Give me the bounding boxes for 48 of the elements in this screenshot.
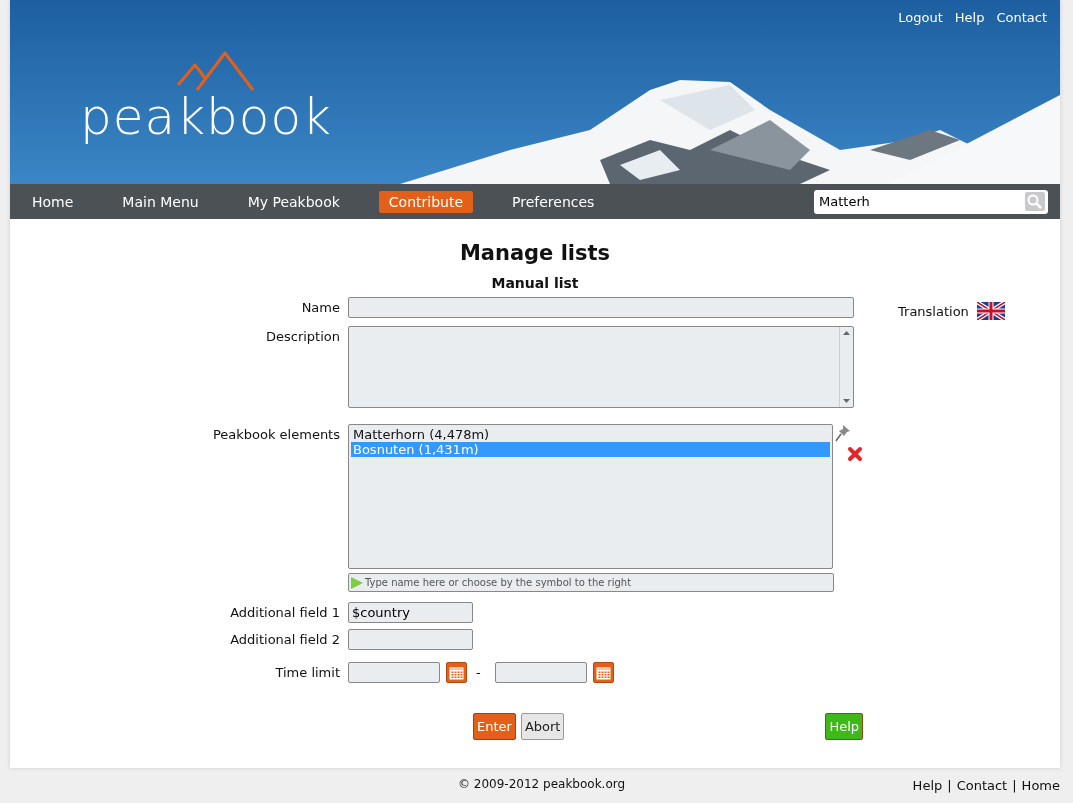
date-input[interactable] (494, 662, 587, 683)
enter-button[interactable]: Enter (473, 713, 516, 740)
field-label: Additional field 1 (229, 604, 341, 620)
field-label: Name (300, 299, 341, 315)
play-icon (351, 576, 363, 589)
header-link[interactable]: Help (954, 10, 985, 25)
description-textarea[interactable] (348, 326, 854, 408)
footer-link[interactable]: Home (1021, 778, 1060, 793)
field-label: Description (264, 328, 341, 344)
calendar-button[interactable] (592, 662, 614, 683)
pin-icon[interactable] (835, 424, 851, 442)
copyright-text: © 2009-2012 peakbook.org (458, 777, 626, 791)
translation-label: Translation (898, 303, 969, 319)
header-link[interactable]: Logout (898, 10, 943, 25)
field-hint: Type name here or choose by the symbol to the right (365, 577, 632, 588)
form-subtitle: Manual list (491, 275, 579, 291)
nav-tab[interactable]: Home (22, 190, 84, 213)
calendar-button[interactable] (446, 662, 467, 683)
nav-tab[interactable]: Main Menu (112, 190, 209, 213)
text-input[interactable] (348, 629, 473, 650)
scroll-down-icon[interactable] (843, 399, 850, 403)
text-input[interactable]: $country (348, 602, 473, 623)
footer-link[interactable]: Help (912, 778, 943, 793)
page-title: Manage lists (459, 241, 611, 265)
elements-list[interactable]: Matterhorn (4,478m) Bosnuten (1,431m) (348, 424, 833, 569)
date-input[interactable] (348, 662, 440, 683)
flag-icon[interactable] (976, 302, 1005, 320)
nav-tab[interactable]: Preferences (502, 190, 605, 213)
search-field[interactable]: Matterh (814, 189, 1048, 214)
abort-button[interactable]: Abort (520, 713, 565, 740)
field-label: Peakbook elements (211, 426, 341, 442)
delete-icon[interactable] (847, 446, 863, 462)
nav-tab[interactable]: My Peakbook (237, 190, 350, 213)
link-separator: | (1012, 778, 1017, 793)
field-label: Additional field 2 (229, 631, 341, 647)
scroll-up-icon[interactable] (843, 331, 850, 335)
element-search-field[interactable]: Type name here or choose by the symbol to the right (348, 573, 834, 592)
calendar-icon (595, 665, 611, 680)
logo-text: peakbook (80, 88, 332, 146)
name-input[interactable] (348, 297, 854, 318)
list-option[interactable]: Matterhorn (4,478m) (351, 427, 830, 442)
footer-link[interactable]: Contact (956, 778, 1008, 793)
field-label: Time limit (274, 664, 341, 680)
calendar-icon (449, 665, 464, 680)
range-dash: - (476, 664, 481, 680)
header-link[interactable]: Contact (996, 10, 1047, 25)
link-separator: | (947, 778, 952, 793)
nav-tab[interactable]: Contribute (378, 190, 474, 213)
